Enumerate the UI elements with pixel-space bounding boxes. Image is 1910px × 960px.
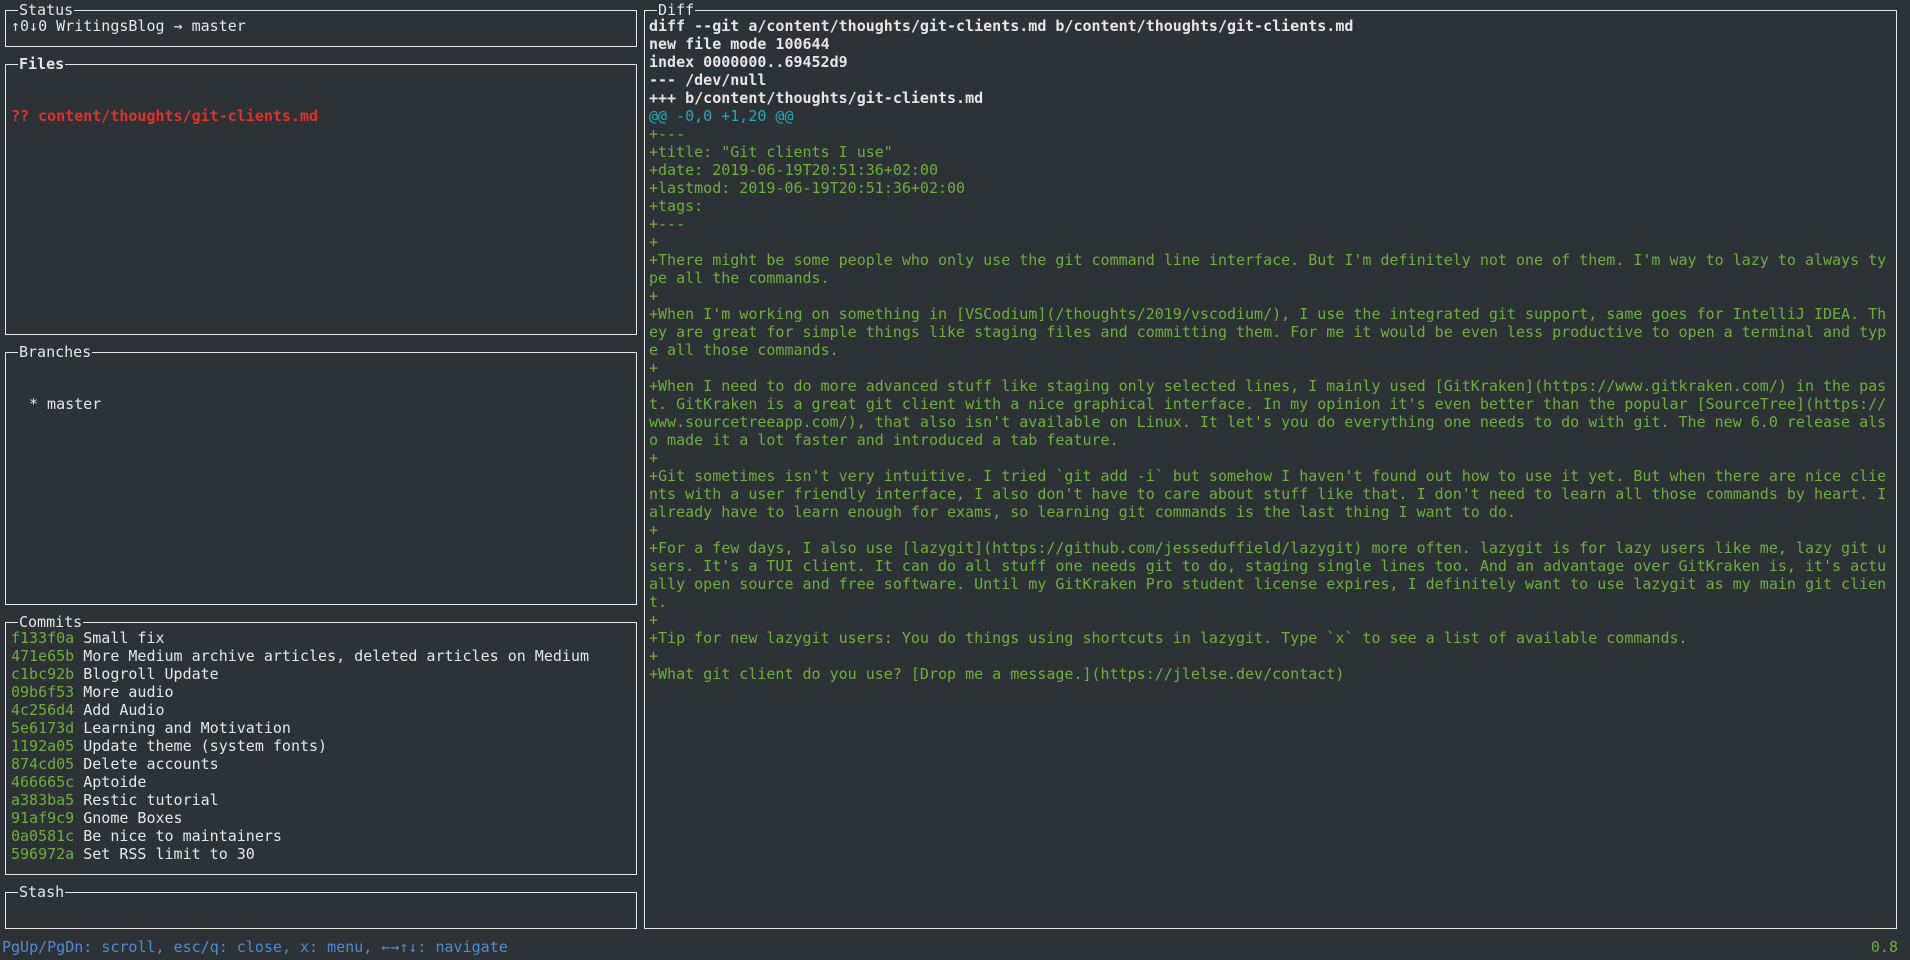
stash-panel-title: Stash xyxy=(18,883,66,901)
commit-row[interactable]: 4c256d4 Add Audio xyxy=(11,701,631,719)
commit-message: Delete accounts xyxy=(83,755,219,773)
diff-added-line: +Tip for new lazygit users: You do thing… xyxy=(649,629,1688,647)
diff-added-line: +For a few days, I also use [lazygit](ht… xyxy=(649,539,1887,611)
commit-row[interactable]: 874cd05 Delete accounts xyxy=(11,755,631,773)
diff-added-line: +When I'm working on something in [VSCod… xyxy=(649,305,1887,359)
stash-panel[interactable]: Stash xyxy=(5,883,637,929)
commit-sha: 91af9c9 xyxy=(11,809,75,827)
commit-message: Restic tutorial xyxy=(83,791,219,809)
commit-message: Be nice to maintainers xyxy=(83,827,282,845)
commit-sha: 471e65b xyxy=(11,647,75,665)
commit-message: More Medium archive articles, deleted ar… xyxy=(83,647,589,665)
commit-row[interactable]: 466665c Aptoide xyxy=(11,773,631,791)
branches-panel[interactable]: Branches * master xyxy=(5,343,637,605)
diff-added-line: +title: "Git clients I use" xyxy=(649,143,893,161)
commit-sha: 4c256d4 xyxy=(11,701,75,719)
diff-added-line: +lastmod: 2019-06-19T20:51:36+02:00 xyxy=(649,179,966,197)
diff-added-line: + xyxy=(649,647,659,665)
commit-message: Gnome Boxes xyxy=(83,809,183,827)
status-panel[interactable]: Status ↑0↓0 WritingsBlog → master xyxy=(5,1,637,47)
commit-sha: 466665c xyxy=(11,773,75,791)
diff-added-line: + xyxy=(649,359,659,377)
commit-sha: 874cd05 xyxy=(11,755,75,773)
commit-sha: c1bc92b xyxy=(11,665,75,683)
diff-header-line: --- /dev/null xyxy=(649,71,767,89)
diff-hunk-header: @@ -0,0 +1,20 @@ xyxy=(649,107,794,125)
commit-message: More audio xyxy=(83,683,174,701)
commits-list: f133f0a Small fix 471e65b More Medium arc… xyxy=(11,629,631,872)
diff-added-line: + xyxy=(649,521,659,539)
commit-message: Blogroll Update xyxy=(83,665,219,683)
commit-sha: 0a0581c xyxy=(11,827,75,845)
commit-row[interactable]: f133f0a Small fix xyxy=(11,629,631,647)
commit-sha: 5e6173d xyxy=(11,719,75,737)
diff-header-line: new file mode 100644 xyxy=(649,35,830,53)
commit-sha: 1192a05 xyxy=(11,737,75,755)
diff-added-line: + xyxy=(649,287,659,305)
diff-added-line: + xyxy=(649,611,659,629)
diff-added-line: +tags: xyxy=(649,197,704,215)
diff-header-line: diff --git a/content/thoughts/git-client… xyxy=(649,17,1354,35)
commits-panel[interactable]: Commits f133f0a Small fix 471e65b More Me… xyxy=(5,613,637,875)
commit-sha: 596972a xyxy=(11,845,75,863)
diff-added-line: +What git client do you use? [Drop me a … xyxy=(649,665,1345,683)
diff-added-line: +When I need to do more advanced stuff l… xyxy=(649,377,1887,449)
commit-row[interactable]: 09b6f53 More audio xyxy=(11,683,631,701)
diff-header-line: index 0000000..69452d9 xyxy=(649,53,848,71)
commit-row[interactable]: c1bc92b Blogroll Update xyxy=(11,665,631,683)
diff-header-line: +++ b/content/thoughts/git-clients.md xyxy=(649,89,984,107)
diff-added-line: +There might be some people who only use… xyxy=(649,251,1887,287)
commit-message: Add Audio xyxy=(83,701,165,719)
files-list: ?? content/thoughts/git-clients.md xyxy=(11,71,631,332)
commit-row[interactable]: 471e65b More Medium archive articles, de… xyxy=(11,647,631,665)
commit-message: Update theme (system fonts) xyxy=(83,737,328,755)
diff-added-line: +date: 2019-06-19T20:51:36+02:00 xyxy=(649,161,938,179)
diff-added-line: + xyxy=(649,233,659,251)
file-item[interactable]: ?? content/thoughts/git-clients.md xyxy=(11,107,631,125)
keybinding-help: PgUp/PgDn: scroll, esc/q: close, x: menu… xyxy=(2,938,508,956)
status-text: ↑0↓0 WritingsBlog → master xyxy=(11,17,246,35)
version-label: 0.8 xyxy=(1870,938,1898,956)
commit-sha: f133f0a xyxy=(11,629,75,647)
branch-item[interactable]: * master xyxy=(29,395,631,413)
diff-added-line: +Git sometimes isn't very intuitive. I t… xyxy=(649,467,1887,521)
commit-message: Small fix xyxy=(83,629,165,647)
commit-row[interactable]: 596972a Set RSS limit to 30 xyxy=(11,845,631,863)
files-panel[interactable]: Files ?? content/thoughts/git-clients.md xyxy=(5,55,637,335)
commit-message: Aptoide xyxy=(83,773,147,791)
commit-sha: a383ba5 xyxy=(11,791,75,809)
commit-row[interactable]: 5e6173d Learning and Motivation xyxy=(11,719,631,737)
diff-added-line: +--- xyxy=(649,215,686,233)
commit-row[interactable]: 0a0581c Be nice to maintainers xyxy=(11,827,631,845)
diff-panel[interactable]: Diff diff --git a/content/thoughts/git-c… xyxy=(644,1,1897,929)
commit-message: Learning and Motivation xyxy=(83,719,291,737)
diff-added-line: + xyxy=(649,449,659,467)
commit-message: Set RSS limit to 30 xyxy=(83,845,255,863)
commit-row[interactable]: 1192a05 Update theme (system fonts) xyxy=(11,737,631,755)
diff-added-line: +--- xyxy=(649,125,686,143)
commit-row[interactable]: a383ba5 Restic tutorial xyxy=(11,791,631,809)
commit-row[interactable]: 91af9c9 Gnome Boxes xyxy=(11,809,631,827)
commit-sha: 09b6f53 xyxy=(11,683,75,701)
diff-content: diff --git a/content/thoughts/git-client… xyxy=(649,17,1892,926)
branches-list: * master xyxy=(29,359,631,602)
